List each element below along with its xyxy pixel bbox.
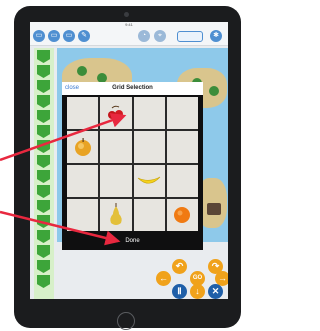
orange-icon [174, 207, 191, 223]
open-icon[interactable]: ▭ [48, 30, 60, 42]
block-tile[interactable] [37, 65, 50, 78]
banana-icon [137, 176, 161, 184]
tree-icon [209, 86, 219, 96]
grid-cell[interactable] [100, 165, 132, 197]
pause-button[interactable]: Ⅱ [172, 284, 187, 299]
block-tile[interactable] [37, 140, 50, 153]
block-tile[interactable] [37, 125, 50, 138]
block-tile[interactable] [37, 245, 50, 258]
block-palette [34, 48, 54, 299]
close-icon: ✕ [211, 286, 220, 296]
camera-dot [124, 12, 129, 17]
down-button[interactable]: ↓ [190, 284, 205, 299]
folder-icon[interactable]: ▭ [33, 30, 45, 42]
settings-icon[interactable]: ✱ [210, 30, 222, 42]
arrow-right-icon: → [218, 273, 227, 283]
block-tile[interactable] [37, 230, 50, 243]
grid-cell[interactable] [166, 165, 198, 197]
go-label: GO [192, 275, 203, 281]
grid-cell[interactable] [133, 131, 165, 163]
rotate-right-icon: ↷ [211, 261, 220, 271]
location-icon[interactable]: ⌖ [154, 30, 166, 42]
toggle-switch[interactable] [177, 31, 203, 42]
pause-icon: Ⅱ [177, 286, 182, 296]
block-tile[interactable] [37, 50, 50, 63]
grid-cell[interactable] [133, 165, 165, 197]
grid-cell[interactable] [166, 131, 198, 163]
grid-selection-dialog: close Grid Selection Done [62, 82, 203, 250]
dialog-header: close Grid Selection [62, 82, 203, 95]
rotate-left-icon: ↶ [175, 261, 184, 271]
app-screen: 9:41 ▭ ▭ ▭ ✎ ◔ ⌖ ✱ ↶ ↷ ← GO → Ⅱ ↓ ✕ clos… [30, 22, 228, 299]
grid-cell[interactable] [67, 199, 99, 231]
done-button[interactable]: Done [62, 234, 203, 248]
grid-cell[interactable] [67, 165, 99, 197]
block-tile[interactable] [37, 80, 50, 93]
stop-button[interactable]: ✕ [208, 284, 223, 299]
left-button[interactable]: ← [156, 271, 171, 286]
block-tile[interactable] [37, 95, 50, 108]
block-tile[interactable] [37, 215, 50, 228]
block-tile[interactable] [37, 185, 50, 198]
cherries-icon [107, 105, 123, 119]
brain-icon[interactable]: ◔ [138, 30, 150, 42]
grid-cell[interactable] [100, 199, 132, 231]
top-toolbar: ▭ ▭ ▭ ✎ ◔ ⌖ ✱ [30, 27, 228, 46]
arrow-down-icon: ↓ [195, 286, 200, 296]
pirate-icon [207, 203, 221, 215]
block-tile[interactable] [37, 155, 50, 168]
grid-cell[interactable] [133, 97, 165, 129]
grid-cell[interactable] [100, 131, 132, 163]
tree-icon [77, 66, 87, 76]
grid-cell[interactable] [166, 199, 198, 231]
turn-left-button[interactable]: ↶ [172, 259, 187, 274]
block-tile[interactable] [37, 110, 50, 123]
save-icon[interactable]: ▭ [63, 30, 75, 42]
edit-icon[interactable]: ✎ [78, 30, 90, 42]
block-tile[interactable] [37, 170, 50, 183]
grid-cell[interactable] [67, 131, 99, 163]
apple-icon [74, 138, 91, 156]
pear-icon [110, 203, 122, 225]
arrow-left-icon: ← [159, 273, 168, 283]
selection-grid [67, 97, 198, 231]
block-tile[interactable] [37, 275, 50, 288]
block-tile[interactable] [37, 260, 50, 273]
grid-cell[interactable] [100, 97, 132, 129]
home-button[interactable] [117, 312, 135, 330]
grid-cell[interactable] [133, 199, 165, 231]
grid-cell[interactable] [166, 97, 198, 129]
grid-cell[interactable] [67, 97, 99, 129]
dialog-title: Grid Selection [112, 85, 153, 91]
block-tile[interactable] [37, 200, 50, 213]
